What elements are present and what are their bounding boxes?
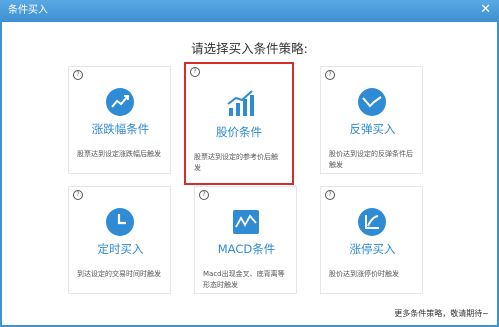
card-price-condition[interactable]: ? 股价条件 股票达到设定的参考价后触发 (184, 62, 294, 185)
bar-chart-icon (227, 90, 254, 116)
card-name: 涨停买入 (349, 242, 396, 256)
card-description: 股票达到设定涨跌幅后触发 (77, 150, 161, 158)
card-name: MACD条件 (217, 242, 276, 256)
card-description: 到达设定的交易时间时触发 (77, 270, 161, 278)
card-description: 股价达到设定的反弹条件后触发 (329, 150, 413, 169)
card-name: 反弹买入 (349, 122, 396, 136)
help-icon[interactable]: ? (190, 67, 200, 77)
card-change-condition[interactable]: ? 涨跌幅条件 股票达到设定涨跌幅后触发 (68, 66, 171, 174)
title-bar: 条件买入 ✕ (0, 0, 499, 22)
window-title: 条件买入 (8, 5, 48, 16)
page-title: 请选择买入条件策略: (191, 41, 308, 56)
card-name: 涨跌幅条件 (91, 122, 150, 136)
trend-up-icon (106, 88, 134, 116)
card-rebound-buy[interactable]: ? 反弹买入 股价达到设定的反弹条件后触发 (320, 66, 423, 174)
card-limit-up-buy[interactable]: ? 涨停买入 股价达到涨停价时触发 (320, 186, 423, 294)
card-name: 定时买入 (97, 242, 144, 256)
footer-note: 更多条件策略，敬请期待~ (394, 309, 489, 318)
limit-up-icon (358, 208, 386, 236)
help-icon[interactable]: ? (325, 190, 335, 200)
card-description: 股票达到设定的参考价后触发 (194, 153, 278, 172)
dialog-content: 请选择买入条件策略: ? 涨跌幅条件 股票达到设定涨跌幅后触发 ? 股价条件 股… (2, 22, 497, 325)
close-icon[interactable]: ✕ (480, 3, 491, 17)
macd-icon (233, 210, 259, 234)
card-macd-condition[interactable]: ? MACD条件 Macd出现金叉、底背离等形态时触发 (194, 186, 297, 294)
card-description: 股价达到涨停价时触发 (329, 270, 399, 278)
rebound-icon (358, 88, 386, 116)
help-icon[interactable]: ? (73, 70, 83, 80)
help-icon[interactable]: ? (199, 190, 209, 200)
card-name: 股价条件 (216, 125, 262, 139)
help-icon[interactable]: ? (325, 70, 335, 80)
card-timed-buy[interactable]: ? 定时买入 到达设定的交易时间时触发 (68, 186, 171, 294)
card-description: Macd出现金叉、底背离等形态时触发 (203, 270, 285, 289)
clock-icon (106, 208, 134, 236)
help-icon[interactable]: ? (73, 190, 83, 200)
